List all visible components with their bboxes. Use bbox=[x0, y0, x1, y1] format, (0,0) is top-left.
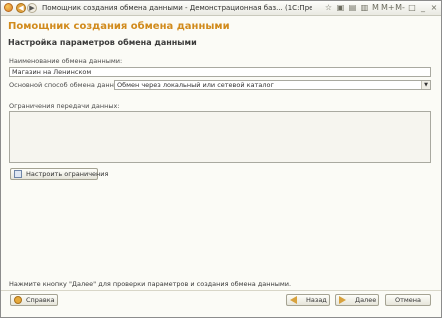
memory-minus-button[interactable]: M- bbox=[394, 2, 406, 14]
next-label: Далее bbox=[355, 296, 377, 304]
restrictions-label: Ограничения передачи данных: bbox=[9, 102, 120, 110]
forward-nav-icon[interactable]: ▶ bbox=[27, 3, 37, 13]
settings-icon bbox=[14, 170, 22, 178]
minimize-icon[interactable]: _ bbox=[418, 2, 428, 14]
exchange-method-select[interactable]: Обмен через локальный или сетевой катало… bbox=[114, 80, 431, 90]
next-button[interactable]: Далее bbox=[335, 294, 379, 306]
calculator-icon[interactable]: ▥ bbox=[359, 2, 370, 14]
configure-restrictions-button[interactable]: Настроить ограничения bbox=[10, 168, 108, 180]
restore-icon[interactable]: □ bbox=[407, 2, 417, 14]
title-bar: ◀ ▶ Помощник создания обмена данными - Д… bbox=[1, 1, 441, 16]
memory-plus-button[interactable]: M+ bbox=[381, 2, 395, 14]
history-icon[interactable]: ▣ bbox=[335, 2, 346, 14]
exchange-name-field[interactable]: Магазин на Ленинском bbox=[9, 67, 431, 77]
app-icon bbox=[4, 3, 13, 12]
arrow-right-icon bbox=[339, 296, 346, 304]
exchange-method-value: Обмен через локальный или сетевой катало… bbox=[117, 81, 274, 89]
help-button[interactable]: Справка bbox=[10, 294, 58, 306]
help-label: Справка bbox=[26, 296, 55, 304]
help-icon bbox=[14, 296, 22, 304]
cancel-label: Отмена bbox=[394, 296, 422, 304]
chevron-down-icon[interactable]: ▼ bbox=[421, 81, 430, 89]
window-title: Помощник создания обмена данными - Демон… bbox=[42, 4, 312, 12]
memory-m-button[interactable]: M bbox=[371, 2, 380, 14]
page-subtitle: Настройка параметров обмена данными bbox=[8, 38, 197, 47]
exchange-method-label: Основной способ обмена данными: bbox=[9, 81, 131, 89]
back-button[interactable]: Назад bbox=[286, 294, 330, 306]
hint-text: Нажмите кнопку "Далее" для проверки пара… bbox=[9, 280, 292, 288]
configure-restrictions-label: Настроить ограничения bbox=[26, 170, 109, 178]
footer-divider bbox=[1, 290, 441, 291]
arrow-left-icon bbox=[290, 296, 297, 304]
page-title: Помощник создания обмена данными bbox=[8, 21, 230, 32]
back-nav-icon[interactable]: ◀ bbox=[16, 3, 26, 13]
restrictions-area[interactable] bbox=[9, 111, 431, 163]
back-label: Назад bbox=[306, 296, 327, 304]
links-icon[interactable]: ▤ bbox=[347, 2, 358, 14]
favorite-icon[interactable]: ☆ bbox=[323, 2, 334, 14]
cancel-button[interactable]: Отмена bbox=[385, 294, 431, 306]
exchange-name-label: Наименование обмена данными: bbox=[9, 57, 123, 65]
wizard-window: ◀ ▶ Помощник создания обмена данными - Д… bbox=[0, 0, 442, 318]
close-icon[interactable]: × bbox=[429, 2, 439, 14]
